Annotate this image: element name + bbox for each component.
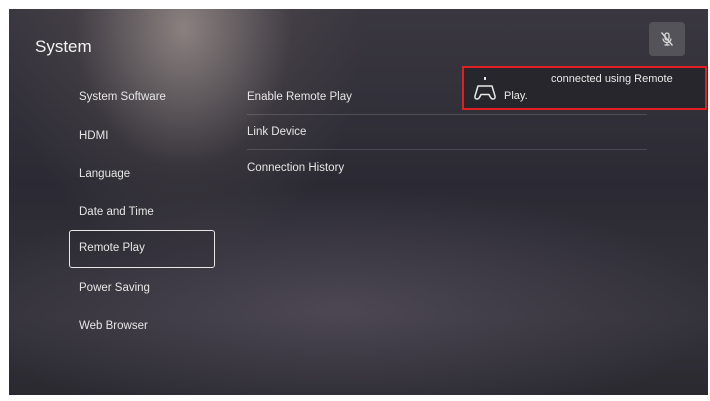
menu-item-date-and-time[interactable]: Date and Time [69,193,215,231]
divider [247,149,647,150]
notification-text-line1: connected using Remote [551,73,673,85]
remote-play-notification[interactable]: connected using Remote Play. [462,66,707,110]
menu-item-hdmi[interactable]: HDMI [69,117,215,155]
mic-mute-button[interactable] [649,22,685,56]
option-link-device[interactable]: Link Device [247,126,647,138]
ps5-settings-screen: System System Software HDMI Language Dat… [9,9,708,395]
menu-item-system-software[interactable]: System Software [69,78,215,116]
option-connection-history[interactable]: Connection History [247,162,647,174]
notification-text-line2: Play. [504,90,528,102]
menu-item-remote-play[interactable]: Remote Play [69,230,215,268]
menu-item-language[interactable]: Language [69,155,215,193]
page-title: System [35,37,92,56]
menu-item-power-saving[interactable]: Power Saving [69,269,215,307]
menu-item-web-browser[interactable]: Web Browser [69,307,215,345]
controller-icon [474,77,496,100]
divider [247,114,647,115]
mic-muted-icon [660,32,674,46]
